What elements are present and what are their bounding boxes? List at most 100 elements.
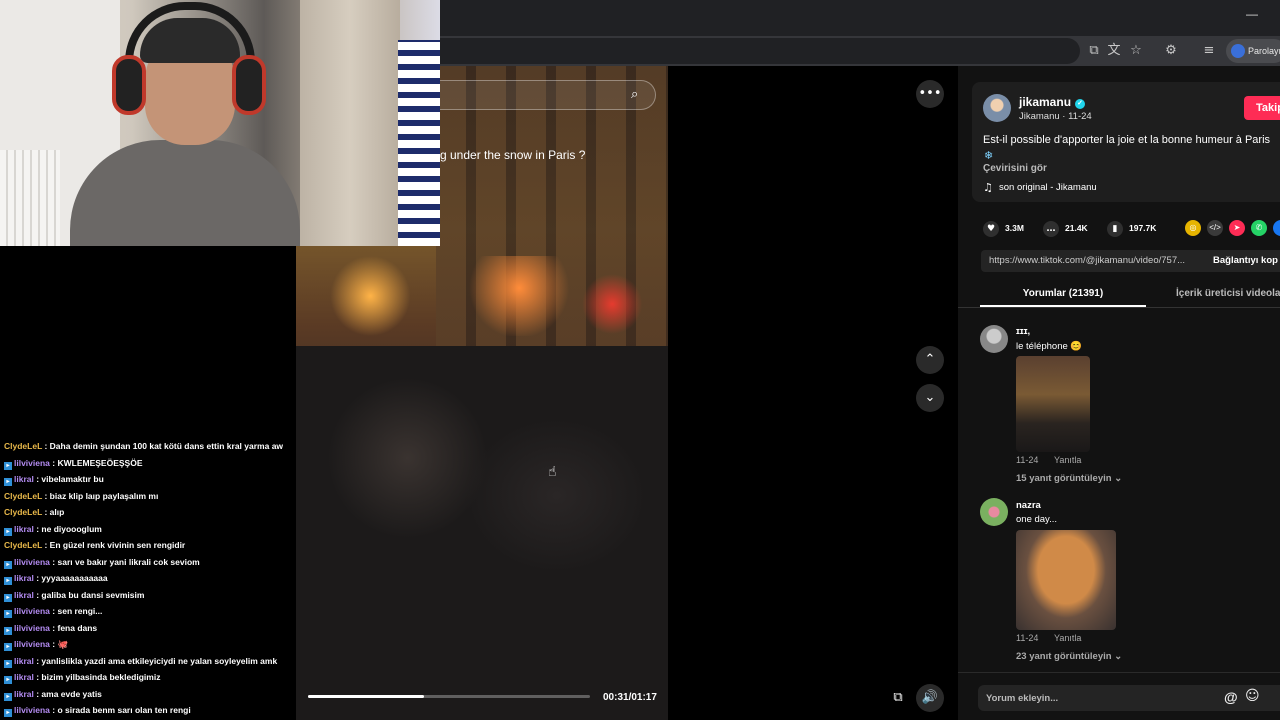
chat-username[interactable]: likral: [14, 590, 34, 600]
install-icon[interactable]: ⧉: [1084, 41, 1104, 61]
chat-username[interactable]: ClydeLeL: [4, 507, 42, 517]
search-input[interactable]: ⌕: [440, 80, 656, 110]
translate-link[interactable]: Çevirisini gör: [983, 163, 1047, 174]
embed-icon[interactable]: </>: [1207, 220, 1223, 236]
chat-message: ▸ likral : yyyaaaaaaaaaaa: [0, 570, 296, 587]
chat-text: 🐙: [57, 639, 69, 649]
tab-creator-videos[interactable]: İçerik üreticisi videoları: [1176, 288, 1280, 299]
comment-bar: @ ☺: [958, 672, 1280, 720]
profile-label: Parolayı: [1248, 46, 1280, 56]
copy-link-button[interactable]: Bağlantıyı kop: [1213, 255, 1278, 266]
chat-message: ▸ likral : bizim yilbasinda bekledigimiz: [0, 669, 296, 686]
share-coin-icon[interactable]: ◎: [1185, 220, 1201, 236]
reply-button[interactable]: Yanıtla: [1054, 455, 1081, 465]
avatar[interactable]: [980, 498, 1008, 526]
chat-badge-icon: ▸: [4, 560, 12, 569]
webcam-striped-shirt: [398, 40, 440, 246]
hand-cursor-icon: ☝: [548, 464, 557, 480]
pip-icon[interactable]: ⧉: [884, 684, 912, 712]
chat-text: yyyaaaaaaaaaaa: [41, 573, 108, 583]
chat-username[interactable]: likral: [14, 573, 34, 583]
comment-button[interactable]: … 21.4K: [1043, 220, 1088, 237]
reading-list-icon[interactable]: ≡: [1199, 41, 1219, 61]
chat-message: ClydeLeL : alıp: [0, 504, 296, 521]
chat-separator: :: [42, 490, 50, 501]
chat-username[interactable]: lilviviena: [14, 705, 50, 715]
chevron-down-icon[interactable]: ⌄: [916, 384, 944, 412]
music-title[interactable]: son original - Jikamanu: [999, 182, 1097, 193]
minimize-icon[interactable]: —: [1246, 8, 1258, 20]
avatar: [1231, 44, 1245, 58]
chat-message: ▸ lilviviena : sarı ve bakır yani likrali…: [0, 554, 296, 571]
comment-date: 11-24: [1016, 455, 1039, 465]
whatsapp-icon[interactable]: ✆: [1251, 220, 1267, 236]
chat-badge-icon: ▸: [4, 527, 12, 536]
chat-username[interactable]: likral: [14, 524, 34, 534]
chat-text: sen rengi...: [57, 606, 103, 616]
tab-comments[interactable]: Yorumlar (21391): [980, 288, 1146, 299]
chat-username[interactable]: ClydeLeL: [4, 491, 42, 501]
follow-button[interactable]: Takip: [1244, 96, 1280, 120]
emoji-icon[interactable]: ☺: [1245, 688, 1260, 704]
save-button[interactable]: ▮ 197.7K: [1107, 220, 1156, 237]
comment-text: one day...: [1016, 514, 1058, 525]
chat-username[interactable]: likral: [14, 656, 34, 666]
chat-text: vibelamaktır bu: [41, 474, 104, 484]
view-replies-button[interactable]: 15 yanıt görüntüleyin ⌄: [1016, 473, 1122, 484]
chat-text: sarı ve bakır yani likrali cok seviom: [57, 556, 200, 567]
author-avatar[interactable]: [983, 94, 1011, 122]
view-replies-label: 23 yanıt görüntüleyin: [1016, 651, 1112, 662]
progress-fill: [308, 695, 424, 698]
reply-button[interactable]: Yanıtla: [1054, 633, 1081, 643]
at-mention-icon[interactable]: @: [1224, 689, 1238, 705]
chevron-down-icon: ⌄: [1114, 651, 1123, 662]
translate-icon[interactable]: 文: [1104, 41, 1124, 61]
comment-image[interactable]: [1016, 356, 1090, 452]
webcam-radiator: [0, 150, 60, 246]
volume-icon[interactable]: 🔊: [916, 684, 944, 712]
chat-username[interactable]: ClydeLeL: [4, 540, 42, 550]
profile-button[interactable]: Parolayı: [1226, 39, 1280, 63]
more-options-icon[interactable]: •••: [916, 80, 944, 108]
chat-username[interactable]: likral: [14, 689, 34, 699]
chevron-down-icon: ⌄: [1114, 473, 1123, 484]
chat-username[interactable]: likral: [14, 474, 34, 484]
extensions-icon[interactable]: ⚙: [1161, 41, 1181, 61]
chat-message: ▸ lilviviena : fena dans: [0, 620, 296, 637]
chat-message: ▸ likral : ama evde yatis: [0, 686, 296, 703]
chat-text: ne diyoooglum: [41, 523, 102, 534]
music-note-icon: ♫: [983, 181, 993, 194]
chat-badge-icon: ▸: [4, 659, 12, 668]
chevron-up-icon[interactable]: ⌃: [916, 346, 944, 374]
chat-username[interactable]: likral: [14, 672, 34, 682]
send-icon[interactable]: ➤: [1229, 220, 1245, 236]
chat-text: bizim yilbasinda bekledigimiz: [41, 672, 161, 682]
like-button[interactable]: ♥ 3.3M: [983, 220, 1024, 237]
star-icon[interactable]: ☆: [1126, 41, 1146, 61]
view-replies-button[interactable]: 23 yanıt görüntüleyin ⌄: [1016, 651, 1122, 662]
chat-message: ▸ likral : ne diyoooglum: [0, 521, 296, 538]
video-frame-lights: [296, 256, 668, 336]
chat-username[interactable]: lilviviena: [14, 606, 50, 616]
chat-username[interactable]: lilviviena: [14, 639, 50, 649]
chat-message: ClydeLeL : En güzel renk vivinin sen ren…: [0, 537, 296, 554]
comment-author[interactable]: ɪɪɪ,: [1016, 326, 1030, 337]
chat-message: ClydeLeL : biaz klip laıp paylaşalım mı: [0, 488, 296, 505]
chat-username[interactable]: ClydeLeL: [4, 441, 42, 451]
chat-text: ama evde yatis: [41, 688, 102, 699]
progress-bar[interactable]: [308, 695, 590, 698]
comment-author[interactable]: nazra: [1016, 500, 1041, 511]
avatar[interactable]: [980, 325, 1008, 353]
webcam-headphone-left: [112, 55, 146, 115]
search-icon[interactable]: ⌕: [631, 87, 647, 103]
chat-username[interactable]: lilviviena: [14, 623, 50, 633]
author-name[interactable]: jikamanu ✓: [1019, 95, 1086, 109]
chat-badge-icon: ▸: [4, 709, 12, 717]
author-name-text: jikamanu: [1019, 95, 1072, 109]
comment-image[interactable]: [1016, 530, 1116, 630]
chat-text: fena dans: [57, 622, 98, 633]
chat-username[interactable]: lilviviena: [14, 557, 50, 567]
video-frame-crowd: [296, 346, 668, 720]
address-bar[interactable]: [440, 38, 1080, 64]
chat-username[interactable]: lilviviena: [14, 458, 50, 468]
